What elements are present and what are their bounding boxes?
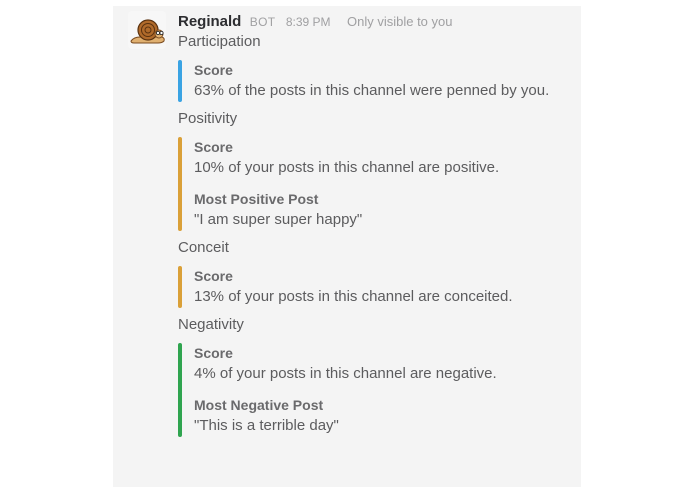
message-header: Reginald BOT 8:39 PM Only visible to you [178,12,575,31]
visibility-note: Only visible to you [346,14,453,29]
field: Score 63% of the posts in this channel w… [194,60,575,102]
field-value: 4% of your posts in this channel are neg… [194,365,497,382]
username[interactable]: Reginald [178,13,241,30]
field-value: 13% of your posts in this channel are co… [194,288,513,305]
section-title: Negativity [178,316,244,333]
timestamp[interactable]: 8:39 PM [286,15,331,29]
field-title: Score [194,139,233,155]
field-title: Score [194,345,233,361]
field-value: "This is a terrible day" [194,417,339,434]
field: Most Positive Post "I am super super hap… [194,189,575,231]
attachment: Score 10% of your posts in this channel … [178,137,575,231]
section-positivity: Positivity Score 10% of your posts in th… [178,108,575,231]
attachment: Score 13% of your posts in this channel … [178,266,575,308]
bot-message: Reginald BOT 8:39 PM Only visible to you… [113,6,581,487]
field-value: 63% of the posts in this channel were pe… [194,82,550,99]
bot-tag: BOT [249,15,276,29]
field: Score 13% of your posts in this channel … [194,266,575,308]
field: Score 10% of your posts in this channel … [194,137,575,179]
attachment-color-bar [178,137,182,231]
attachment-color-bar [178,343,182,437]
attachment: Score 63% of the posts in this channel w… [178,60,575,102]
section-participation: Participation Score 63% of the posts in … [178,31,575,102]
snail-icon [128,11,166,49]
field-value: 10% of your posts in this channel are po… [194,159,500,176]
field-title: Score [194,62,233,78]
section-title: Participation [178,33,261,50]
field-title: Most Negative Post [194,397,324,413]
field-value: "I am super super happy" [194,211,363,228]
field: Most Negative Post "This is a terrible d… [194,395,575,437]
section-conceit: Conceit Score 13% of your posts in this … [178,237,575,308]
field-title: Score [194,268,233,284]
attachment-color-bar [178,266,182,308]
attachment: Score 4% of your posts in this channel a… [178,343,575,437]
section-negativity: Negativity Score 4% of your posts in thi… [178,314,575,437]
section-title: Positivity [178,110,238,127]
section-title: Conceit [178,239,229,256]
avatar[interactable] [128,11,166,49]
field: Score 4% of your posts in this channel a… [194,343,575,385]
attachment-color-bar [178,60,182,102]
field-title: Most Positive Post [194,191,319,207]
message-content: Reginald BOT 8:39 PM Only visible to you… [178,12,575,437]
